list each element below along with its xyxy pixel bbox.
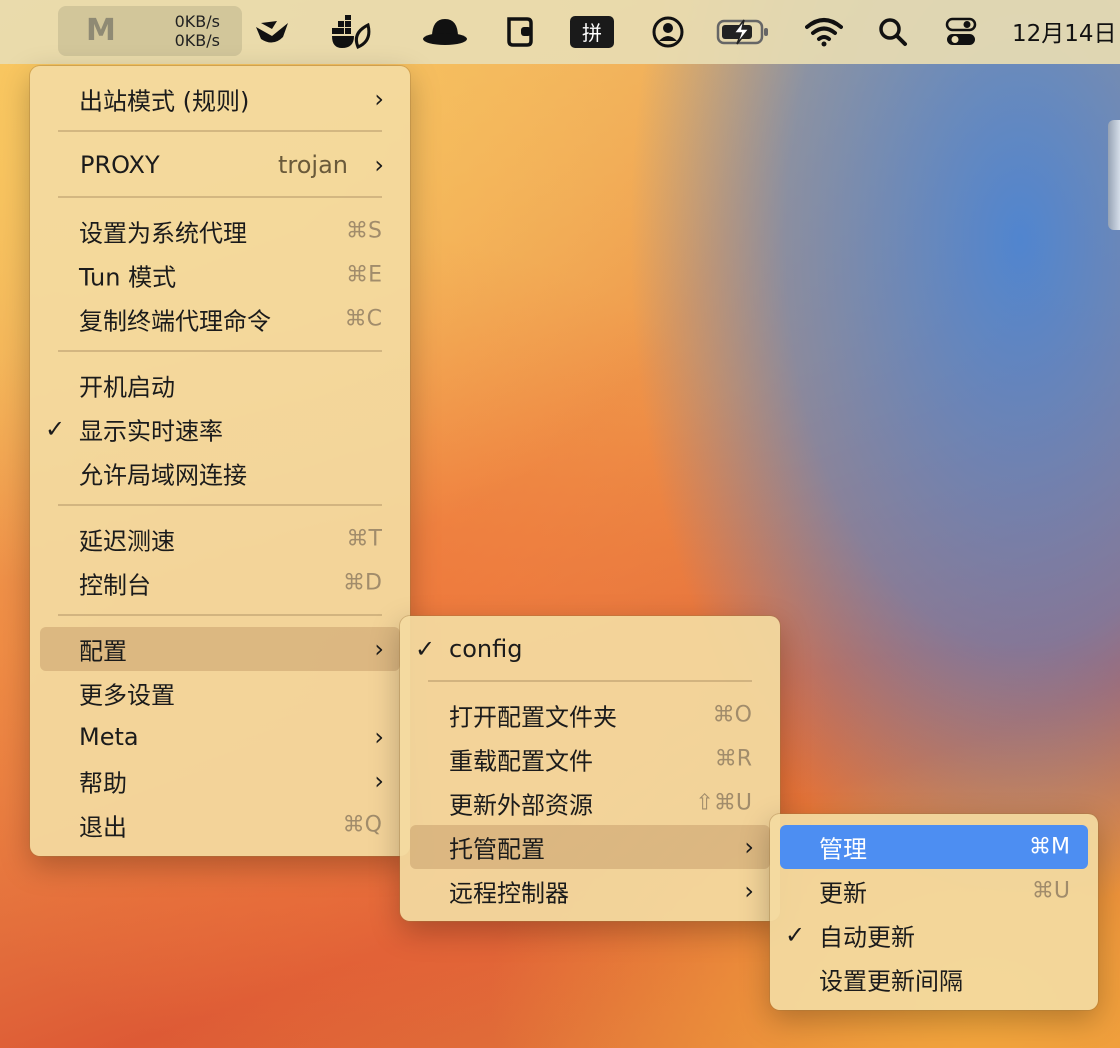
update-external-resources-label: 更新外部资源: [449, 791, 593, 820]
meta-item[interactable]: Meta ›: [40, 715, 400, 759]
quit-item[interactable]: 退出 ⌘Q: [40, 803, 400, 847]
chevron-right-icon: ›: [374, 151, 384, 179]
set-system-proxy-label: 设置为系统代理: [79, 219, 247, 248]
ime-label: 拼: [582, 21, 602, 45]
config-item[interactable]: 配置 ›: [40, 627, 400, 671]
menu-separator: [58, 130, 382, 132]
start-at-login-item[interactable]: 开机启动: [40, 363, 400, 407]
menu-separator: [58, 196, 382, 198]
checkmark-icon: ✓: [45, 415, 66, 443]
config-profile-label: config: [449, 635, 523, 663]
dashboard-item[interactable]: 控制台 ⌘D: [40, 561, 400, 605]
proxy-group-label: PROXY: [80, 151, 160, 179]
config-submenu: ✓ config 打开配置文件夹 ⌘O 重载配置文件 ⌘R 更新外部资源 ⇧⌘U…: [400, 616, 780, 921]
tun-mode-item[interactable]: Tun 模式 ⌘E: [40, 253, 400, 297]
outbound-mode-label: 出站模式 (规则): [79, 87, 250, 116]
help-item[interactable]: 帮助 ›: [40, 759, 400, 803]
shortcut: ⌘S: [346, 218, 382, 244]
menubar-clock[interactable]: 12月14日: [1012, 14, 1117, 48]
copy-shell-command-label: 复制终端代理命令: [79, 307, 271, 336]
hat-icon[interactable]: [420, 0, 470, 64]
update-managed-item[interactable]: 更新 ⌘U: [780, 869, 1088, 913]
set-system-proxy-item[interactable]: 设置为系统代理 ⌘S: [40, 209, 400, 253]
managed-config-label: 托管配置: [449, 835, 545, 864]
chevron-right-icon: ›: [374, 85, 384, 113]
chevron-right-icon: ›: [744, 877, 754, 905]
show-speed-label: 显示实时速率: [79, 417, 223, 446]
set-update-interval-label: 设置更新间隔: [819, 967, 963, 996]
update-managed-label: 更新: [819, 879, 867, 908]
auto-update-label: 自动更新: [819, 923, 915, 952]
cloudcone-icon[interactable]: [250, 0, 294, 64]
open-config-folder-item[interactable]: 打开配置文件夹 ⌘O: [410, 693, 770, 737]
outbound-mode-item[interactable]: 出站模式 (规则) ›: [40, 77, 400, 121]
shortcut: ⌘D: [343, 570, 382, 596]
config-profile-item[interactable]: ✓ config: [410, 627, 770, 671]
user-icon[interactable]: [648, 0, 688, 64]
reload-config-item[interactable]: 重载配置文件 ⌘R: [410, 737, 770, 781]
config-label: 配置: [79, 637, 127, 666]
clash-main-menu: 出站模式 (规则) › PROXY trojan › 设置为系统代理 ⌘S Tu…: [30, 66, 410, 856]
shortcut: ⇧⌘U: [695, 790, 752, 816]
menu-separator: [428, 680, 752, 682]
shortcut: ⌘O: [712, 702, 752, 728]
proxy-group-item[interactable]: PROXY trojan ›: [40, 143, 400, 187]
update-external-resources-item[interactable]: 更新外部资源 ⇧⌘U: [410, 781, 770, 825]
manage-label: 管理: [819, 835, 867, 864]
menu-bar: M 0KB/s 0KB/s 拼 12月14日: [0, 0, 1120, 64]
chevron-right-icon: ›: [374, 723, 384, 751]
chevron-right-icon: ›: [374, 767, 384, 795]
search-icon[interactable]: [873, 0, 913, 64]
more-settings-label: 更多设置: [79, 681, 175, 710]
allow-lan-label: 允许局域网连接: [79, 461, 247, 490]
wifi-icon[interactable]: [802, 0, 846, 64]
shortcut: ⌘M: [1029, 834, 1070, 860]
menu-separator: [58, 504, 382, 506]
ime-icon[interactable]: 拼: [569, 0, 615, 64]
docker-icon[interactable]: [330, 0, 374, 64]
shortcut: ⌘C: [344, 306, 382, 332]
shortcut: ⌘Q: [342, 812, 382, 838]
auto-update-item[interactable]: ✓ 自动更新: [780, 913, 1088, 957]
more-settings-item[interactable]: 更多设置: [40, 671, 400, 715]
dashboard-label: 控制台: [79, 571, 151, 600]
help-label: 帮助: [79, 769, 127, 798]
wallet-icon[interactable]: [500, 0, 540, 64]
chevron-right-icon: ›: [744, 833, 754, 861]
latency-test-item[interactable]: 延迟测速 ⌘T: [40, 517, 400, 561]
managed-config-submenu: 管理 ⌘M 更新 ⌘U ✓ 自动更新 设置更新间隔: [770, 814, 1098, 1010]
latency-test-label: 延迟测速: [79, 527, 175, 556]
show-speed-item[interactable]: ✓ 显示实时速率: [40, 407, 400, 451]
reload-config-label: 重载配置文件: [449, 747, 593, 776]
tun-mode-label: Tun 模式: [79, 263, 177, 292]
clash-logo-icon: M: [86, 13, 116, 48]
desktop-dock-item-partial: [1108, 120, 1120, 230]
chevron-right-icon: ›: [374, 635, 384, 663]
menu-separator: [58, 614, 382, 616]
remote-controller-item[interactable]: 远程控制器 ›: [410, 869, 770, 913]
shortcut: ⌘U: [1031, 878, 1070, 904]
manage-item[interactable]: 管理 ⌘M: [780, 825, 1088, 869]
speed-indicator: 0KB/s 0KB/s: [150, 12, 220, 50]
shortcut: ⌘E: [346, 262, 382, 288]
managed-config-item[interactable]: 托管配置 ›: [410, 825, 770, 869]
meta-label: Meta: [79, 723, 139, 751]
battery-icon[interactable]: [714, 0, 772, 64]
shortcut: ⌘T: [346, 526, 382, 552]
allow-lan-item[interactable]: 允许局域网连接: [40, 451, 400, 495]
set-update-interval-item[interactable]: 设置更新间隔: [780, 957, 1088, 1001]
control-center-icon[interactable]: [940, 0, 982, 64]
shortcut: ⌘R: [714, 746, 752, 772]
checkmark-icon: ✓: [415, 635, 436, 663]
download-speed: 0KB/s: [174, 31, 220, 50]
open-config-folder-label: 打开配置文件夹: [449, 703, 617, 732]
checkmark-icon: ✓: [785, 921, 806, 949]
proxy-selected-value: trojan: [277, 151, 348, 179]
start-at-login-label: 开机启动: [79, 373, 175, 402]
upload-speed: 0KB/s: [174, 12, 220, 31]
remote-controller-label: 远程控制器: [449, 879, 569, 908]
quit-label: 退出: [79, 813, 127, 842]
copy-shell-command-item[interactable]: 复制终端代理命令 ⌘C: [40, 297, 400, 341]
menu-separator: [58, 350, 382, 352]
